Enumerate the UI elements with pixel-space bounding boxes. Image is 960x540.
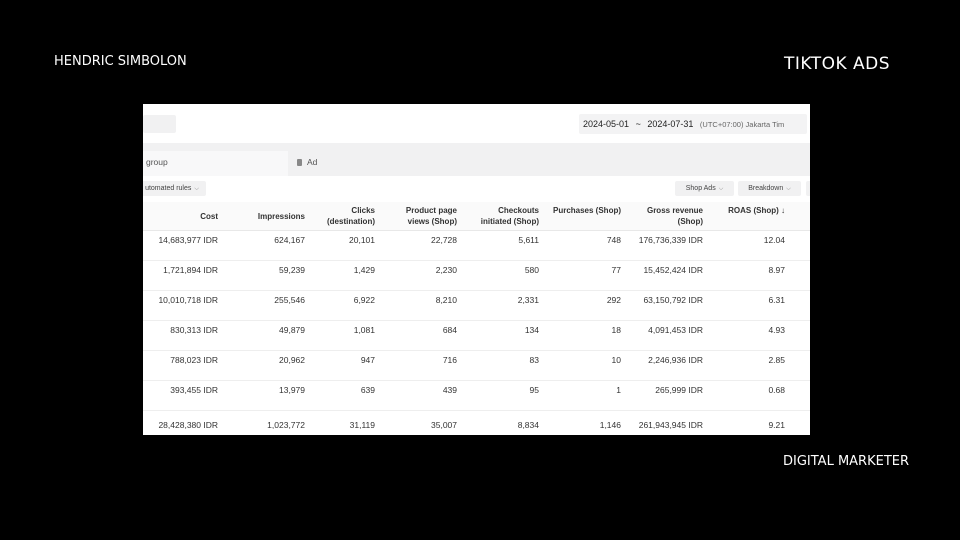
tab-ad[interactable]: Ad — [297, 151, 317, 176]
cell-roas: 2.85 — [768, 355, 785, 365]
shop-ads-button[interactable]: Shop Ads ⌵ — [675, 181, 734, 196]
breakdown-button[interactable]: Breakdown ⌵ — [738, 181, 801, 196]
table-row[interactable]: 14,683,977 IDR 624,167 20,101 22,728 5,611 74… — [143, 231, 810, 261]
column-header-roas[interactable]: ROAS (Shop) ↓ — [675, 205, 785, 216]
tab-ad-group[interactable]: group — [143, 151, 288, 176]
cell-roas: 12.04 — [763, 235, 785, 245]
topic-title: TIKTOK ADS — [784, 54, 891, 74]
tab-ad-label: Ad — [307, 157, 318, 167]
cell-roas: 9.21 — [768, 420, 785, 430]
author-name: HENDRIC SIMBOLON — [54, 54, 187, 69]
cell-roas: 8.97 — [768, 265, 785, 275]
level-tabs: group Ad — [143, 143, 810, 176]
table-row[interactable]: 393,455 IDR 13,979 639 439 95 1 265,999 IDR 0.6… — [143, 381, 810, 411]
shop-ads-label: Shop Ads — [685, 185, 716, 192]
search-field[interactable] — [143, 115, 176, 133]
cell-roas: 0.68 — [768, 385, 785, 395]
chevron-down-icon: ⌵ — [786, 186, 791, 192]
date-separator: ~ — [635, 119, 641, 129]
date-end: 2024-07-31 — [647, 119, 694, 129]
more-button[interactable] — [806, 181, 810, 196]
total-row[interactable]: 28,428,380 IDR 1,023,772 31,119 35,007 8,834… — [143, 411, 810, 435]
date-range-picker[interactable]: 2024-05-01 ~ 2024-07-31 (UTC+07:00) Jaka… — [579, 114, 807, 134]
role-label: DIGITAL MARKETER — [783, 454, 910, 469]
cell-roas: 4.93 — [768, 325, 785, 335]
ad-icon — [297, 159, 302, 166]
table-row[interactable]: 830,313 IDR 49,879 1,081 684 134 18 4,091,453 … — [143, 321, 810, 351]
table-header: Cost Impressions Clicks (destination) Produ… — [143, 202, 810, 231]
chevron-down-icon: ⌵ — [194, 186, 199, 192]
automated-rules-label: utomated rules — [145, 185, 192, 192]
chevron-down-icon: ⌵ — [718, 186, 724, 192]
table-row[interactable]: 1,721,894 IDR 59,239 1,429 2,230 580 77 15,452… — [143, 261, 810, 291]
timezone: (UTC+07:00) Jakarta Tim — [699, 120, 785, 129]
breakdown-label: Breakdown — [748, 185, 784, 192]
tiktok-ads-screenshot: 2024-05-01 ~ 2024-07-31 (UTC+07:00) Jaka… — [143, 104, 810, 435]
cell-roas: 6.31 — [768, 295, 785, 305]
date-start: 2024-05-01 — [583, 119, 630, 129]
automated-rules-button[interactable]: utomated rules ⌵ — [143, 181, 206, 196]
table-row[interactable]: 788,023 IDR 20,962 947 716 83 10 2,246,936 IDR… — [143, 351, 810, 381]
table-row[interactable]: 10,010,718 IDR 255,546 6,922 8,210 2,331 292 6… — [143, 291, 810, 321]
